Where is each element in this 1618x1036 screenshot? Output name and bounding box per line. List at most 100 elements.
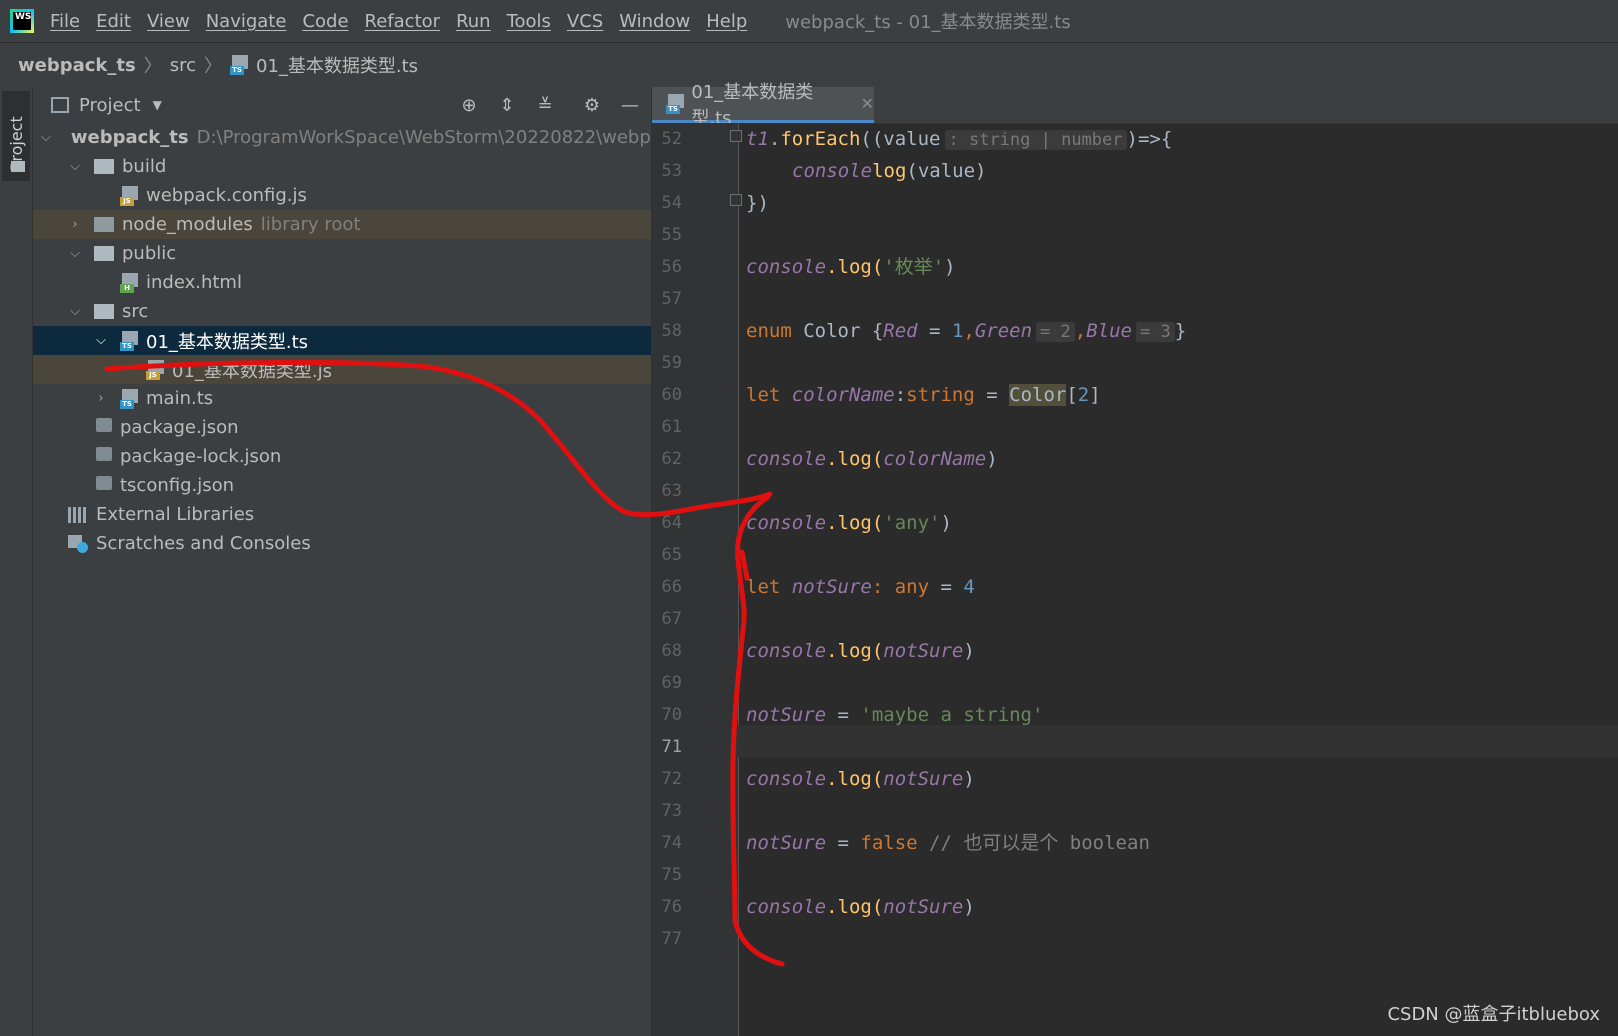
menu-refactor[interactable]: Refactor <box>365 11 441 32</box>
token: enum <box>746 320 792 342</box>
tree-item-src[interactable]: ⌵ src <box>33 297 651 326</box>
tree-item-package-json[interactable]: package.json <box>33 413 651 442</box>
token: : <box>894 384 907 406</box>
breadcrumb-project[interactable]: webpack_ts <box>18 55 136 76</box>
tree-item-tsconfig-json[interactable]: tsconfig.json <box>33 471 651 500</box>
line-number: 65 <box>661 545 682 565</box>
token: ) <box>940 512 952 534</box>
tree-item-webpack-config[interactable]: JS webpack.config.js <box>33 181 651 210</box>
menu-window[interactable]: Window <box>619 11 690 32</box>
token: 2 <box>1077 384 1090 406</box>
code-line-56[interactable]: console.log('枚举') <box>746 251 956 283</box>
gear-icon[interactable]: ⚙ <box>581 95 603 117</box>
token: console <box>746 896 827 918</box>
code-line-52[interactable]: t1.forEach((value: string | number)=>{ <box>746 123 1172 155</box>
code-line-68[interactable]: console.log(notSure) <box>746 635 975 667</box>
tree-item-index-html[interactable]: H index.html <box>33 268 651 297</box>
window-title: webpack_ts - 01_基本数据类型.ts <box>785 12 1071 33</box>
fold-icon[interactable] <box>730 194 742 206</box>
token: notSure <box>883 640 964 662</box>
menu-run[interactable]: Run <box>456 11 491 32</box>
code-line-58[interactable]: enum Color {Red = 1,Green = 2 ,Blue = 3} <box>746 315 1186 347</box>
chevron-down-icon[interactable]: ⌵ <box>41 130 51 145</box>
tree-item-label: node_modules <box>122 214 253 235</box>
line-number: 75 <box>661 865 682 885</box>
javascript-file-icon: JS <box>120 185 140 206</box>
menu-tools[interactable]: Tools <box>507 11 551 32</box>
tree-item-package-lock-json[interactable]: package-lock.json <box>33 442 651 471</box>
project-tool-tab[interactable]: Project <box>2 91 30 181</box>
minimize-icon[interactable]: — <box>619 95 641 117</box>
chevron-down-icon[interactable]: ⌵ <box>68 246 82 261</box>
tree-item-label: build <box>122 156 167 177</box>
close-icon[interactable]: ✕ <box>861 94 874 113</box>
tree-item-basic-types-ts[interactable]: ⌵ TS 01_基本数据类型.ts <box>33 326 651 355</box>
code-line-54[interactable]: }) <box>746 187 769 219</box>
token: .log( <box>826 640 884 662</box>
tree-item-public[interactable]: ⌵ public <box>33 239 651 268</box>
editor-tab-label: 01_基本数据类型.ts <box>691 81 814 129</box>
token: , <box>963 320 975 342</box>
token: ) <box>986 448 998 470</box>
token: Green <box>974 320 1033 342</box>
code-line-74[interactable]: notSure = false // 也可以是个 boolean <box>746 827 1150 859</box>
chevron-down-icon[interactable]: ⌵ <box>68 304 82 319</box>
chevron-down-icon[interactable]: ⌵ <box>68 159 82 174</box>
code-line-53[interactable]: consolelog(value) <box>792 155 986 187</box>
menu-help[interactable]: Help <box>706 11 747 32</box>
inlay-type-hint: : string | number <box>944 130 1127 150</box>
token: notSure <box>746 832 827 854</box>
tree-item-main-ts[interactable]: › TS main.ts <box>33 384 651 413</box>
token: : <box>871 576 895 598</box>
fold-icon[interactable] <box>730 130 742 142</box>
locate-icon[interactable]: ⊕ <box>458 95 480 117</box>
line-number: 77 <box>661 929 682 949</box>
token: .log( <box>826 448 884 470</box>
breadcrumb-folder[interactable]: src <box>170 55 196 76</box>
code-editor: TS 01_基本数据类型.ts ✕ 52 53 54 55 56 57 58 59 60 61 62… <box>652 82 1618 1036</box>
tree-item-scratches[interactable]: Scratches and Consoles <box>33 529 651 558</box>
token: notSure <box>883 896 964 918</box>
token: console <box>746 256 827 278</box>
code-line-62[interactable]: console.log(colorName) <box>746 443 998 475</box>
chevron-down-icon[interactable]: ⌵ <box>94 333 108 348</box>
token: = <box>974 384 1010 406</box>
code-line-60[interactable]: let colorName:string = Color[2] <box>746 379 1101 411</box>
menu-file[interactable]: File <box>50 11 80 32</box>
tree-item-external-libraries[interactable]: External Libraries <box>33 500 651 529</box>
project-panel-title[interactable]: Project <box>79 95 141 116</box>
line-number: 63 <box>661 481 682 501</box>
menu-navigate[interactable]: Navigate <box>206 11 287 32</box>
menu-edit[interactable]: Edit <box>96 11 131 32</box>
editor-tab-basic-types[interactable]: TS 01_基本数据类型.ts ✕ <box>652 82 874 129</box>
typescript-file-icon: TS <box>120 388 140 409</box>
token: ) <box>944 256 956 278</box>
expand-all-icon[interactable]: ⇕ <box>496 95 518 117</box>
tree-item-label: 01_基本数据类型.js <box>172 360 333 382</box>
tree-item-node-modules[interactable]: › node_modules library root <box>33 210 651 239</box>
collapse-all-icon[interactable]: ≚ <box>534 95 556 117</box>
code-line-66[interactable]: let notSure: any = 4 <box>746 571 975 603</box>
breadcrumb-file[interactable]: 01_基本数据类型.ts <box>256 52 418 78</box>
tree-item-label: webpack.config.js <box>146 185 307 206</box>
line-number: 72 <box>661 769 682 789</box>
line-number: 54 <box>661 193 682 213</box>
menu-view[interactable]: View <box>147 11 190 32</box>
token: string <box>906 384 975 406</box>
menu-code[interactable]: Code <box>302 11 348 32</box>
code-line-76[interactable]: console.log(notSure) <box>746 891 975 923</box>
chevron-right-icon[interactable]: › <box>68 217 82 232</box>
tree-item-basic-types-js[interactable]: JS 01_基本数据类型.js <box>33 355 651 384</box>
chevron-down-icon[interactable]: ▼ <box>153 98 162 112</box>
code-line-64[interactable]: console.log('any') <box>746 507 952 539</box>
menu-vcs[interactable]: VCS <box>567 11 603 32</box>
folder-icon <box>94 217 114 232</box>
code-line-70[interactable]: notSure = 'maybe a string' <box>746 699 1043 731</box>
chevron-right-icon[interactable]: › <box>94 391 108 406</box>
tree-item-build[interactable]: ⌵ build <box>33 152 651 181</box>
code-line-72[interactable]: console.log(notSure) <box>746 763 975 795</box>
token: t1 <box>746 128 769 150</box>
tree-item-webpack-ts[interactable]: ⌵ webpack_ts D:\ProgramWorkSpace\WebStor… <box>33 123 651 152</box>
breadcrumb-separator-icon: 〉 <box>143 56 162 77</box>
token: // 也可以是个 boolean <box>917 832 1150 854</box>
